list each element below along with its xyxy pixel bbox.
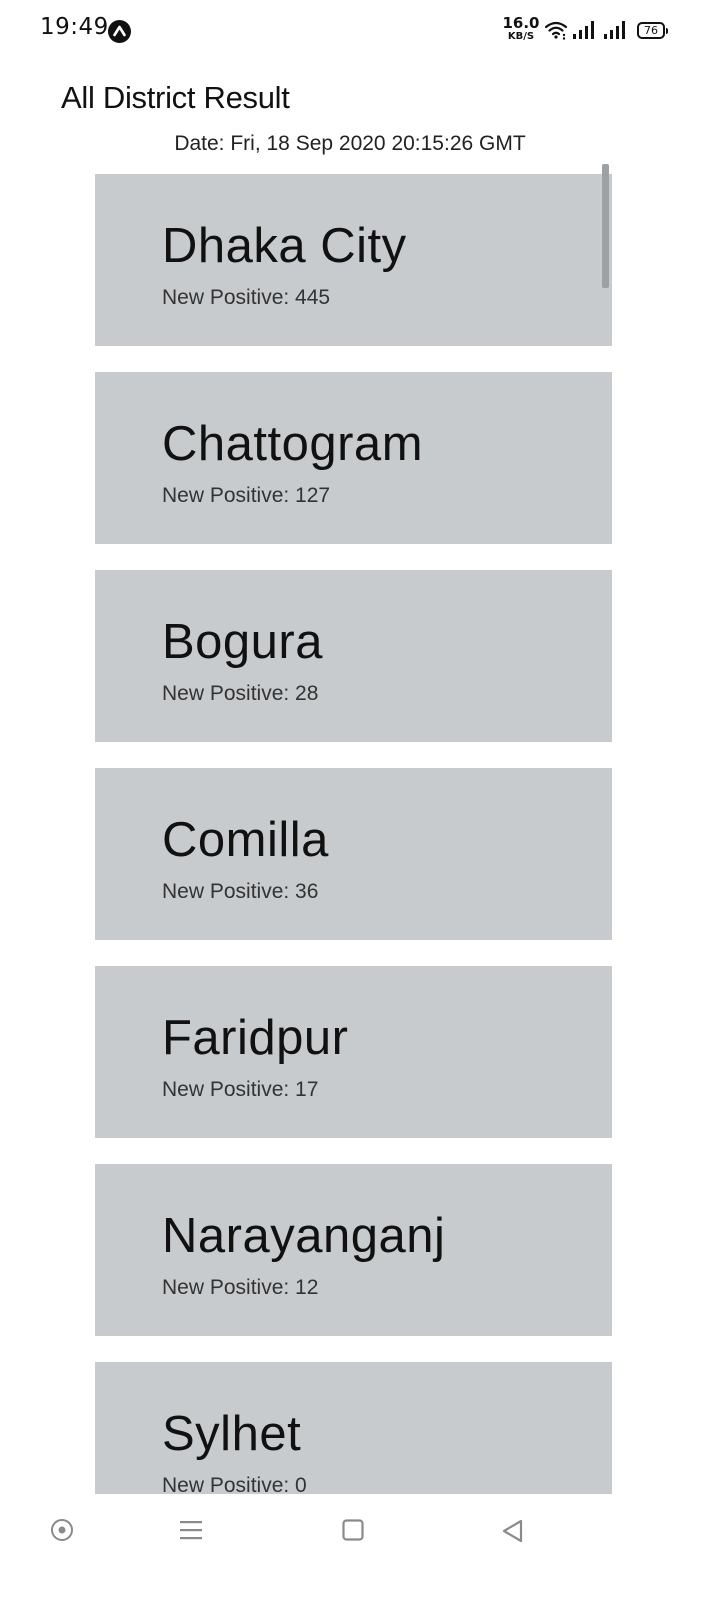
district-card[interactable]: Comilla New Positive: 36 <box>95 768 612 940</box>
district-card[interactable]: Sylhet New Positive: 0 <box>95 1362 612 1494</box>
district-new-positive: New Positive: 17 <box>162 1078 319 1101</box>
district-name: Narayanganj <box>162 1209 446 1263</box>
district-new-positive: New Positive: 127 <box>162 484 331 507</box>
back-icon[interactable] <box>500 1518 526 1548</box>
district-card[interactable]: Faridpur New Positive: 17 <box>95 966 612 1138</box>
district-name: Dhaka City <box>162 219 407 273</box>
battery-level: 76 <box>644 24 658 37</box>
signal-icon <box>603 20 627 44</box>
district-name: Faridpur <box>162 1011 349 1065</box>
district-new-positive: New Positive: 12 <box>162 1276 319 1299</box>
network-speed-value: 16.0 <box>502 14 540 32</box>
district-name: Bogura <box>162 615 324 669</box>
status-bar: 19:49 16.0 KB/S 76 <box>0 0 720 62</box>
home-icon[interactable] <box>341 1518 365 1546</box>
status-time: 19:49 <box>40 14 109 40</box>
page-title: All District Result <box>61 80 290 115</box>
assistant-icon[interactable] <box>50 1518 74 1546</box>
network-speed-unit: KB/S <box>507 31 535 42</box>
list-scrollbar[interactable] <box>602 164 609 288</box>
system-nav-bar <box>0 1494 720 1600</box>
district-card[interactable]: Dhaka City New Positive: 445 <box>95 174 612 346</box>
district-list: Dhaka City New Positive: 445 Chattogram … <box>95 174 612 1494</box>
district-name: Comilla <box>162 813 329 867</box>
district-list-viewport[interactable]: Dhaka City New Positive: 445 Chattogram … <box>0 162 720 1494</box>
app-notification-icon <box>108 20 131 43</box>
network-speed: 16.0 KB/S <box>502 16 540 42</box>
district-new-positive: New Positive: 28 <box>162 682 319 705</box>
app-screen: 19:49 16.0 KB/S 76 All District Result D… <box>0 0 720 1600</box>
district-new-positive: New Positive: 0 <box>162 1474 307 1494</box>
result-date: Date: Fri, 18 Sep 2020 20:15:26 GMT <box>174 132 526 155</box>
district-card[interactable]: Chattogram New Positive: 127 <box>95 372 612 544</box>
menu-icon[interactable] <box>178 1518 204 1546</box>
district-new-positive: New Positive: 445 <box>162 286 331 309</box>
district-name: Chattogram <box>162 417 424 471</box>
district-card[interactable]: Bogura New Positive: 28 <box>95 570 612 742</box>
wifi-icon <box>544 20 568 44</box>
district-new-positive: New Positive: 36 <box>162 880 319 903</box>
battery-icon: 76 <box>637 22 668 39</box>
district-name: Sylhet <box>162 1407 302 1461</box>
district-card[interactable]: Narayanganj New Positive: 12 <box>95 1164 612 1336</box>
signal-icon <box>572 20 596 44</box>
